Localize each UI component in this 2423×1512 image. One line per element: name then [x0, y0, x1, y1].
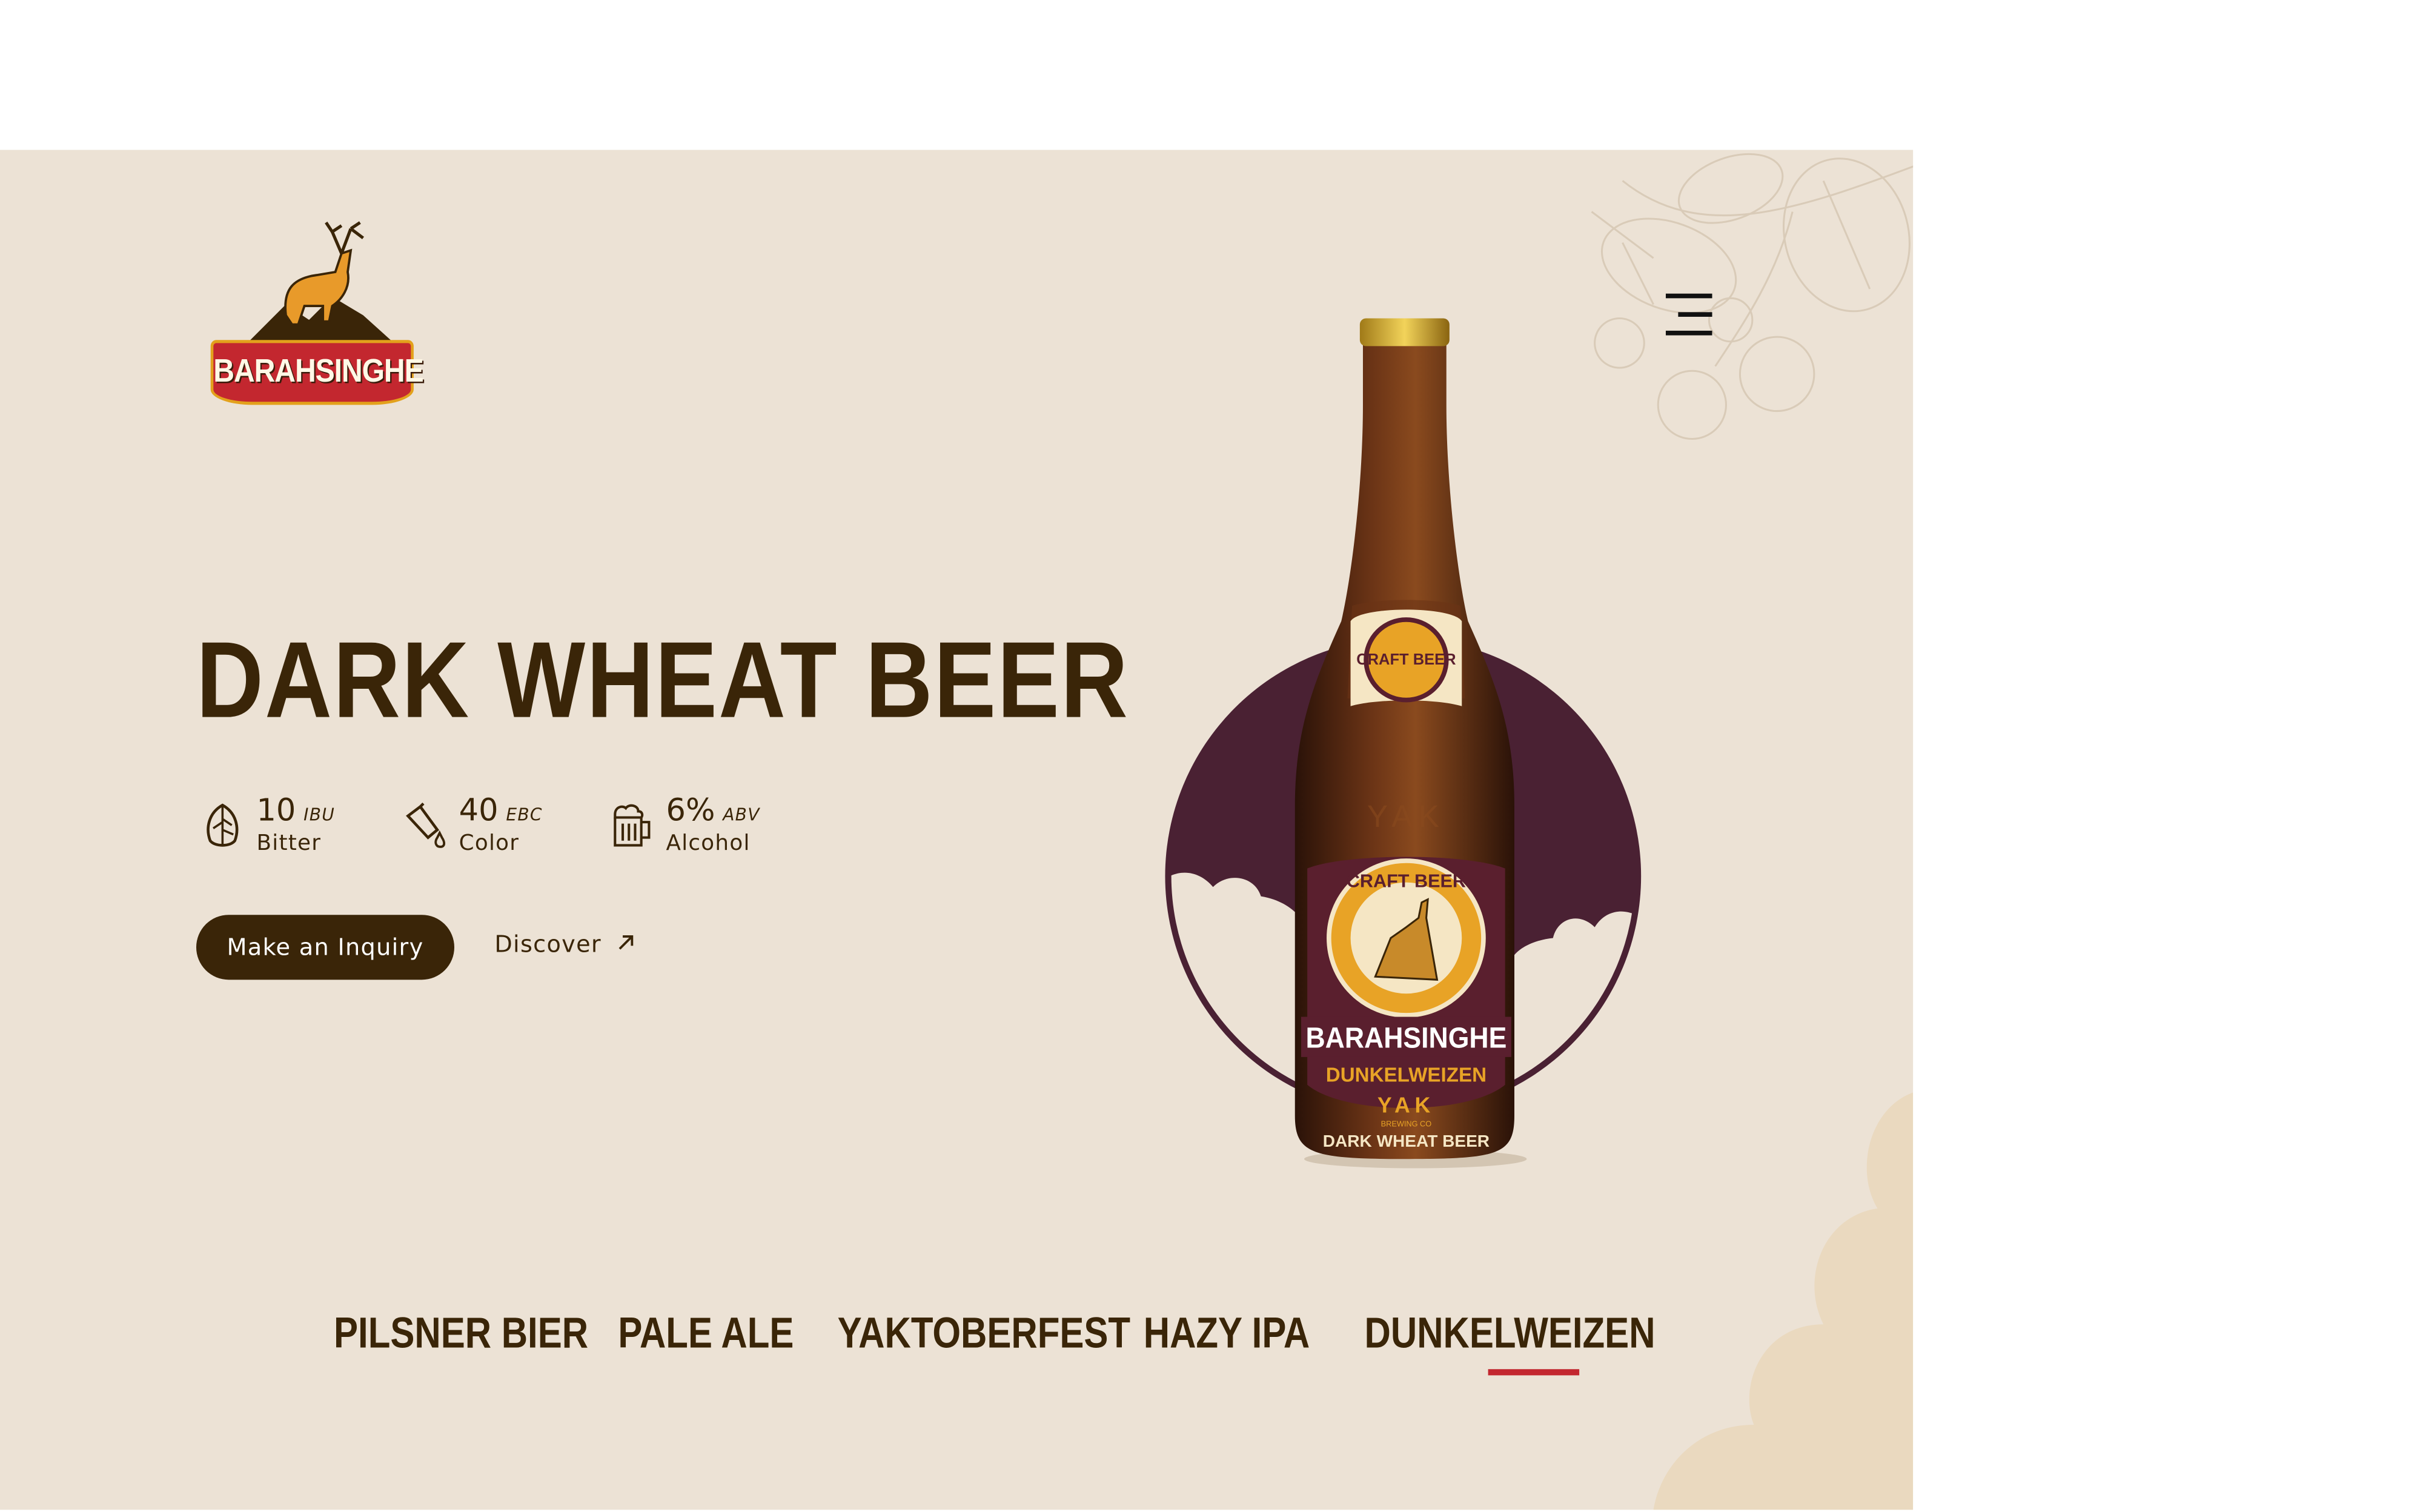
menu-line — [1665, 330, 1712, 336]
label-brewery: YAK — [1377, 1093, 1435, 1118]
hamburger-menu-icon[interactable] — [1657, 291, 1712, 340]
tab-pale-ale[interactable]: PALE ALE — [618, 1309, 794, 1359]
tab-dunkelweizen[interactable]: DUNKELWEIZEN — [1365, 1309, 1656, 1359]
hops-illustration — [1591, 153, 1914, 440]
menu-line — [1678, 312, 1712, 317]
arrow-up-right-icon — [618, 935, 633, 950]
active-tab-indicator — [1488, 1369, 1580, 1376]
logo-wordmark: BARAHSINGHE — [210, 340, 424, 405]
cloud-decoration — [1653, 1092, 1914, 1510]
hop-leaf-icon — [207, 803, 239, 847]
label-brand: BARAHSINGHE — [1305, 1021, 1507, 1054]
label-style: DUNKELWEIZEN — [1326, 1064, 1487, 1087]
deer-icon — [247, 221, 394, 343]
label-bottom: DARK WHEAT BEER — [1323, 1132, 1490, 1150]
stat-value: 10 IBU — [256, 791, 336, 829]
beer-bottle-image: CRAFT BEER YAK CRAFT BEER BARAHSINGHE DU… — [1294, 318, 1527, 1169]
brand-logo[interactable]: BARAHSINGHE — [193, 219, 433, 413]
tab-pilsner-bier[interactable]: PILSNER BIER — [334, 1309, 588, 1359]
make-inquiry-button[interactable]: Make an Inquiry — [196, 915, 454, 980]
stat-label: Bitter — [256, 831, 322, 857]
discover-link[interactable]: Discover — [494, 930, 634, 958]
beer-mug-icon — [614, 804, 651, 847]
stat-label: Alcohol — [666, 831, 751, 857]
neck-label-text: CRAFT BEER — [1356, 651, 1456, 668]
hero-panel: BARAHSINGHE DARK WHEAT BEER 10 IBU Bitter… — [0, 150, 1914, 1510]
stat-value: 6% ABV — [666, 791, 760, 829]
label-brewery-sub: BREWING CO — [1381, 1119, 1432, 1129]
stat-value: 40 EBC — [459, 791, 543, 829]
discover-label: Discover — [494, 930, 602, 958]
menu-line — [1665, 293, 1712, 299]
bottle-embossing: YAK — [1367, 799, 1445, 834]
tab-yaktoberfest[interactable]: YAKTOBERFEST — [838, 1309, 1130, 1359]
pour-bottle-icon — [406, 802, 446, 848]
product-title: DARK WHEAT BEER — [196, 619, 1130, 740]
label-craft-beer: CRAFT BEER — [1347, 870, 1466, 891]
stat-label: Color — [459, 831, 520, 857]
tab-hazy-ipa[interactable]: HAZY IPA — [1144, 1309, 1310, 1359]
